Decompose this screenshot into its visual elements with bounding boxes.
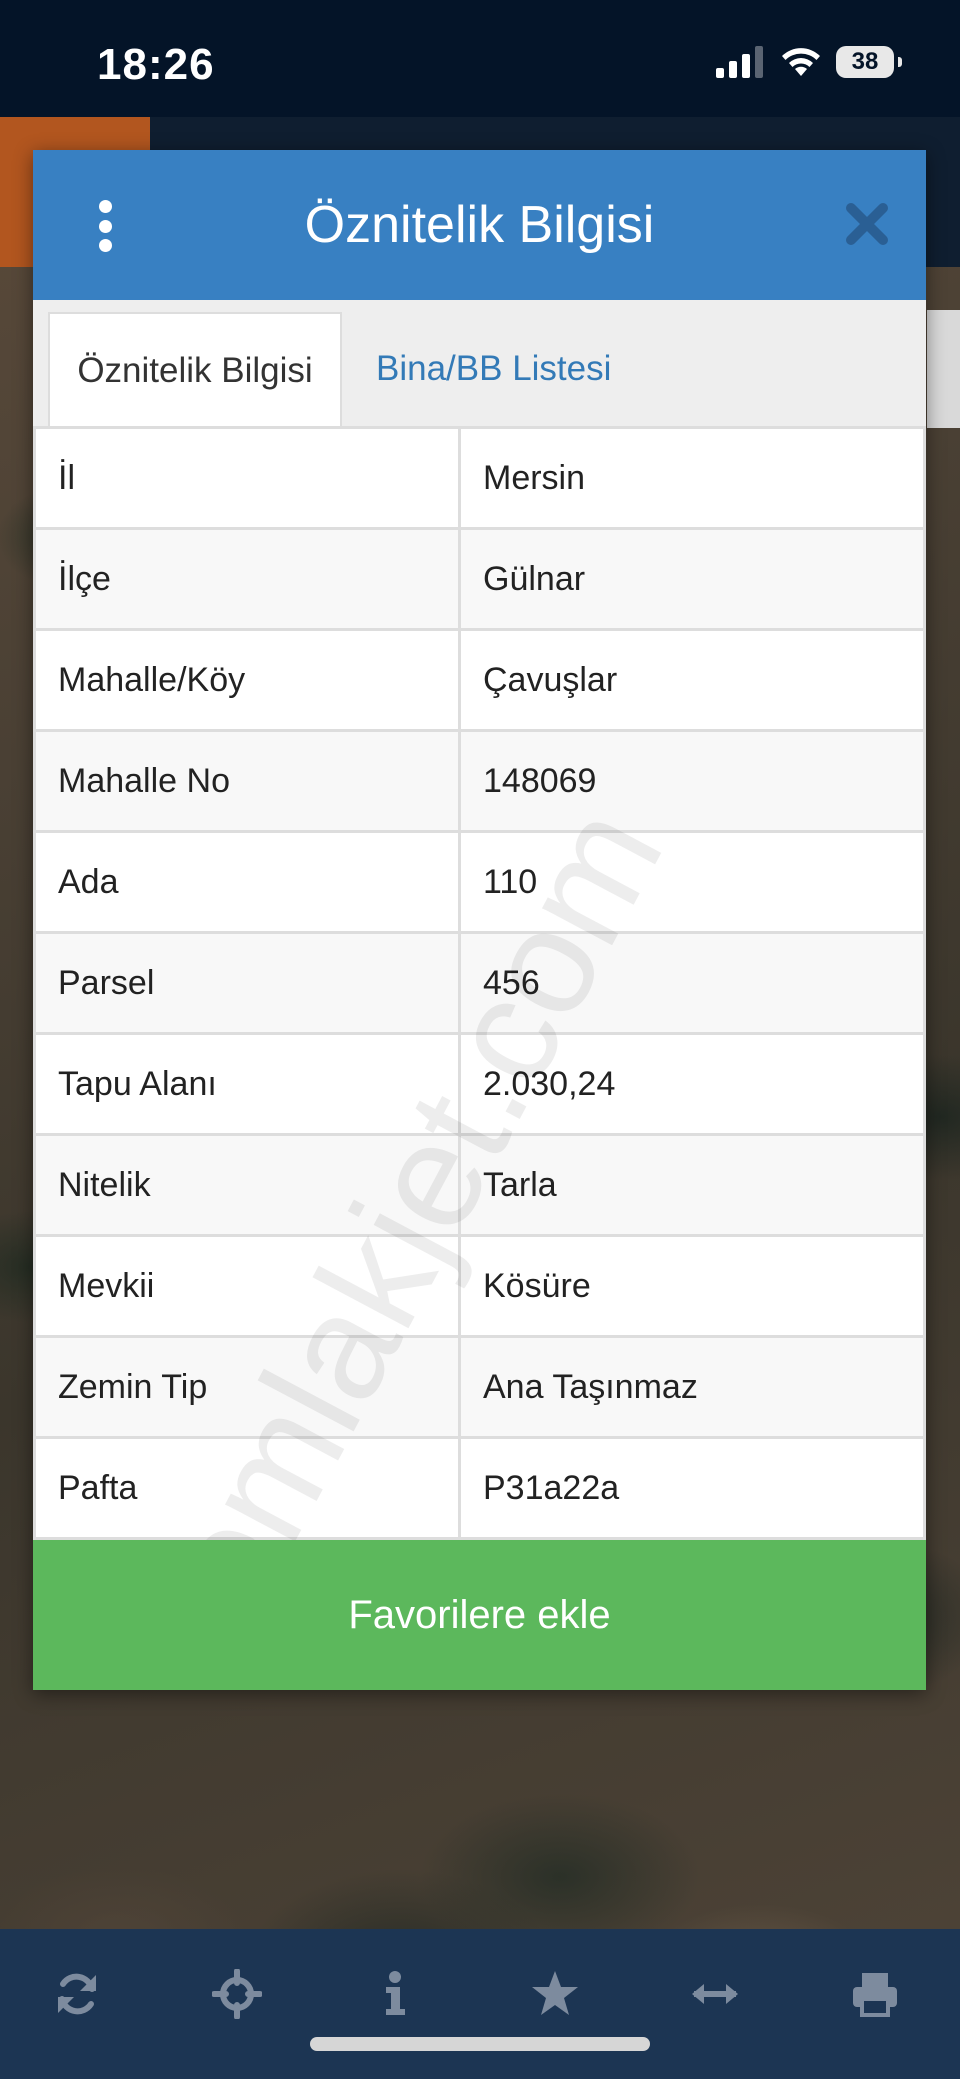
attribute-value: 148069 bbox=[458, 729, 926, 833]
modal-title: Öznitelik Bilgisi bbox=[304, 196, 655, 254]
signal-icon bbox=[716, 46, 763, 78]
add-to-favorites-button[interactable]: Favorilere ekle bbox=[33, 1540, 926, 1690]
attribute-table: İl Mersin İlçe Gülnar Mahalle/Köy Çavuşlar Mah… bbox=[33, 426, 926, 1540]
attribute-key: Mahalle/Köy bbox=[33, 628, 461, 732]
attribute-modal: Öznitelik Bilgisi Öznitelik Bilgisi Bina… bbox=[33, 150, 926, 1690]
attribute-key: İlçe bbox=[33, 527, 461, 631]
table-row: Mevkii Kösüre bbox=[33, 1234, 926, 1338]
attribute-key: Parsel bbox=[33, 931, 461, 1035]
table-row: Nitelik Tarla bbox=[33, 1133, 926, 1237]
modal-header: Öznitelik Bilgisi bbox=[33, 150, 926, 300]
attribute-value: 456 bbox=[458, 931, 926, 1035]
tab-bina-bb-listesi[interactable]: Bina/BB Listesi bbox=[376, 312, 611, 426]
attribute-value: Çavuşlar bbox=[458, 628, 926, 732]
refresh-icon[interactable] bbox=[52, 1969, 102, 2019]
measure-icon[interactable] bbox=[690, 1969, 740, 2019]
info-icon[interactable] bbox=[370, 1969, 420, 2019]
attribute-value: 2.030,24 bbox=[458, 1032, 926, 1136]
close-icon[interactable] bbox=[843, 200, 891, 248]
table-row: Mahalle/Köy Çavuşlar bbox=[33, 628, 926, 732]
table-row: Mahalle No 148069 bbox=[33, 729, 926, 833]
locate-icon[interactable] bbox=[212, 1969, 262, 2019]
table-row: Parsel 456 bbox=[33, 931, 926, 1035]
print-icon[interactable] bbox=[850, 1969, 900, 2019]
table-row: İlçe Gülnar bbox=[33, 527, 926, 631]
tab-oznitelik-bilgisi[interactable]: Öznitelik Bilgisi bbox=[48, 312, 342, 429]
status-time: 18:26 bbox=[97, 40, 215, 89]
star-icon[interactable] bbox=[530, 1969, 580, 2019]
attribute-key: Mevkii bbox=[33, 1234, 461, 1338]
map-scroll-handle[interactable] bbox=[927, 310, 960, 428]
battery-icon: 38 bbox=[836, 46, 902, 78]
battery-level: 38 bbox=[836, 46, 894, 78]
attribute-key: Nitelik bbox=[33, 1133, 461, 1237]
attribute-value: 110 bbox=[458, 830, 926, 934]
attribute-key: Tapu Alanı bbox=[33, 1032, 461, 1136]
attribute-key: Mahalle No bbox=[33, 729, 461, 833]
table-row: Tapu Alanı 2.030,24 bbox=[33, 1032, 926, 1136]
bottom-toolbar bbox=[0, 1929, 960, 2079]
home-indicator[interactable] bbox=[310, 2037, 650, 2051]
attribute-value: Ana Taşınmaz bbox=[458, 1335, 926, 1439]
table-row: Pafta P31a22a bbox=[33, 1436, 926, 1540]
attribute-value: Kösüre bbox=[458, 1234, 926, 1338]
table-row: Ada 110 bbox=[33, 830, 926, 934]
attribute-key: Zemin Tip bbox=[33, 1335, 461, 1439]
status-bar: 18:26 38 bbox=[0, 0, 960, 117]
wifi-icon bbox=[782, 48, 820, 76]
attribute-value: Mersin bbox=[458, 426, 926, 530]
attribute-key: Pafta bbox=[33, 1436, 461, 1540]
table-row: İl Mersin bbox=[33, 426, 926, 530]
attribute-key: Ada bbox=[33, 830, 461, 934]
attribute-value: Gülnar bbox=[458, 527, 926, 631]
attribute-value: Tarla bbox=[458, 1133, 926, 1237]
more-vertical-icon[interactable] bbox=[93, 200, 117, 252]
table-row: Zemin Tip Ana Taşınmaz bbox=[33, 1335, 926, 1439]
attribute-key: İl bbox=[33, 426, 461, 530]
attribute-value: P31a22a bbox=[458, 1436, 926, 1540]
status-icons: 38 bbox=[716, 46, 902, 78]
